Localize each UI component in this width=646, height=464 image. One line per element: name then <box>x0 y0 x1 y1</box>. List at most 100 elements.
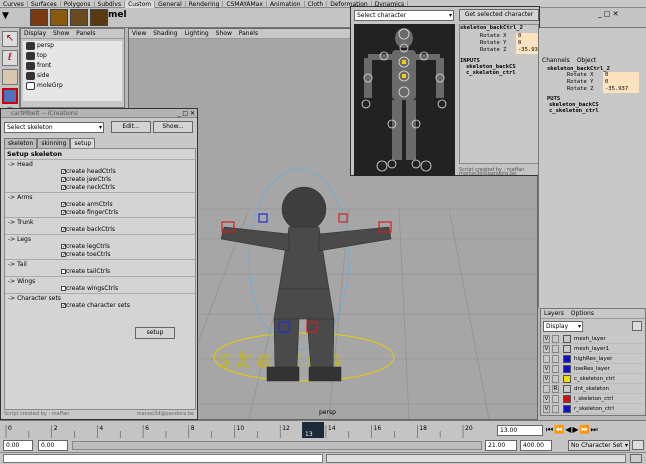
layer-visibility-toggle[interactable]: V <box>543 345 550 353</box>
maximize-icon[interactable]: □ <box>182 110 188 117</box>
layer-color-swatch[interactable] <box>563 385 571 393</box>
current-frame-field[interactable]: 13.00 <box>497 425 543 436</box>
layer-menu-item[interactable]: Options <box>571 310 594 317</box>
script-editor-icon[interactable] <box>630 454 642 463</box>
setup-section-header[interactable]: -> Head <box>5 159 195 168</box>
viewport-menu-item[interactable]: Panels <box>239 30 258 37</box>
checkbox-checked-icon[interactable]: ✓ <box>61 185 66 191</box>
minimize-icon[interactable]: _ <box>177 110 180 117</box>
layer-row[interactable]: Rdnt_skeleton <box>541 384 645 394</box>
layer-reference-toggle[interactable] <box>552 335 559 343</box>
picker-canvas[interactable] <box>354 24 455 176</box>
setup-option[interactable]: ✓ create character sets <box>5 302 195 310</box>
setup-section-header[interactable]: -> Tail <box>5 259 195 268</box>
tab-setup[interactable]: setup <box>70 138 96 148</box>
layer-visibility-toggle[interactable]: V <box>543 335 550 343</box>
setup-option[interactable]: ✓ create legCtrls <box>5 243 195 251</box>
checkbox-checked-icon[interactable]: ✓ <box>61 227 66 233</box>
close-icon[interactable]: ✕ <box>190 110 195 117</box>
step-back-icon[interactable]: ⏪ <box>554 425 565 434</box>
layer-menu-item[interactable]: Layers <box>544 310 564 317</box>
skeleton-select[interactable]: Select skeleton ▾ <box>4 122 104 133</box>
get-selected-character-button[interactable]: Get selected character <box>459 9 539 21</box>
layer-reference-toggle[interactable] <box>552 395 559 403</box>
minimize-icon[interactable]: _ <box>598 10 602 18</box>
checkbox-checked-icon[interactable]: ✓ <box>61 210 66 216</box>
layer-row[interactable]: VlowRes_layer <box>541 364 645 374</box>
layer-color-swatch[interactable] <box>563 355 571 363</box>
attribute-value-field[interactable]: -35.937 <box>603 86 639 93</box>
setup-section-header[interactable]: -> Trunk <box>5 217 195 226</box>
layer-reference-toggle[interactable] <box>552 405 559 413</box>
setup-option[interactable]: ✓ create headCtrls <box>5 168 195 176</box>
layer-reference-toggle[interactable] <box>552 375 559 383</box>
layer-row[interactable]: Vc_skeleton_ctrl <box>541 374 645 384</box>
layer-row[interactable]: Vmesh_layer <box>541 334 645 344</box>
channel-menu-item[interactable]: Object <box>577 57 597 64</box>
edit-button[interactable]: Edit... <box>111 121 151 133</box>
layer-color-swatch[interactable] <box>563 345 571 353</box>
layer-reference-toggle[interactable] <box>552 365 559 373</box>
tab-skeleton[interactable]: skeleton <box>4 138 38 148</box>
setup-section-header[interactable]: -> Legs <box>5 234 195 243</box>
key-icon[interactable] <box>632 440 644 450</box>
layer-row[interactable]: Vr_skeleton_ctrl <box>541 404 645 414</box>
layer-mode-select[interactable]: Display ▾ <box>543 321 583 332</box>
checkbox-checked-icon[interactable]: ✓ <box>61 169 66 175</box>
layer-color-swatch[interactable] <box>563 365 571 373</box>
layer-reference-toggle[interactable] <box>552 355 559 363</box>
new-layer-icon[interactable] <box>632 321 642 331</box>
setup-option[interactable]: ✓ create fingerCtrls <box>5 209 195 217</box>
layer-color-swatch[interactable] <box>563 395 571 403</box>
outliner-item[interactable]: persp <box>23 41 122 51</box>
end-time-field[interactable]: 21.00 <box>485 440 517 451</box>
shelf-tool-icon[interactable] <box>50 9 68 26</box>
checkbox-checked-icon[interactable]: ✓ <box>61 202 66 208</box>
start-time-field[interactable]: 0.00 <box>3 440 33 451</box>
attribute-value-field[interactable]: 0 <box>603 79 639 86</box>
setup-option[interactable]: ✓ create toeCtrls <box>5 251 195 259</box>
viewport-menu-item[interactable]: Show <box>216 30 232 37</box>
setup-section-header[interactable]: -> Arms <box>5 192 195 201</box>
go-to-end-icon[interactable]: ⏭ <box>590 425 598 434</box>
lasso-tool-icon[interactable]: ℓ <box>2 50 18 66</box>
checkbox-checked-icon[interactable]: ✓ <box>61 303 66 309</box>
layer-visibility-toggle[interactable]: V <box>543 395 550 403</box>
viewport-menu-item[interactable]: Lighting <box>184 30 208 37</box>
setup-option[interactable]: create tailCtrls <box>5 268 195 276</box>
anim-start-field[interactable]: 0.00 <box>38 440 68 451</box>
outliner-item[interactable]: side <box>23 71 122 81</box>
setup-section-header[interactable]: -> Character sets <box>5 293 195 302</box>
outliner-menu-item[interactable]: Show <box>53 30 69 37</box>
checkbox-checked-icon[interactable]: ✓ <box>61 244 66 250</box>
setup-button[interactable]: setup <box>135 327 175 339</box>
range-bar[interactable] <box>72 441 482 450</box>
select-tool-icon[interactable]: ↖ <box>2 31 18 47</box>
setup-option[interactable]: ✓ create backCtrls <box>5 226 195 234</box>
character-select[interactable]: Select character ▾ <box>354 10 454 21</box>
setup-option[interactable]: ✓ create neckCtrls <box>5 184 195 192</box>
paint-tool-icon[interactable] <box>2 69 18 85</box>
setup-option[interactable]: ✓ create jawCtrls <box>5 176 195 184</box>
outliner-item[interactable]: top <box>23 51 122 61</box>
anim-end-field[interactable]: 400.00 <box>520 440 552 451</box>
setup-option[interactable]: ✓ create armCtrls <box>5 201 195 209</box>
attribute-value-field[interactable]: 0 <box>603 72 639 79</box>
checkbox-empty-icon[interactable] <box>61 286 66 291</box>
layer-row[interactable]: Vmesh_layer1 <box>541 344 645 354</box>
layer-visibility-toggle[interactable]: V <box>543 365 550 373</box>
layer-row[interactable]: Vl_skeleton_ctrl <box>541 394 645 404</box>
checkbox-empty-icon[interactable] <box>61 269 66 274</box>
outliner-menu-item[interactable]: Display <box>24 30 46 37</box>
viewport-menu-item[interactable]: Shading <box>153 30 177 37</box>
character-set-select[interactable]: No Character Set ▾ <box>568 440 630 451</box>
tab-skinning[interactable]: skinning <box>37 138 71 148</box>
layer-color-swatch[interactable] <box>563 335 571 343</box>
show-button[interactable]: Show... <box>153 121 193 133</box>
shelf-menu-arrow-icon[interactable]: ▼ <box>2 11 9 21</box>
layer-reference-toggle[interactable]: R <box>552 385 559 393</box>
channel-input[interactable]: c_skeleton_ctrl <box>547 108 646 114</box>
viewport-menu-item[interactable]: View <box>132 30 146 37</box>
layer-row[interactable]: highRes_layer <box>541 354 645 364</box>
picker-input[interactable]: c_skeleton_ctrl <box>460 70 538 76</box>
